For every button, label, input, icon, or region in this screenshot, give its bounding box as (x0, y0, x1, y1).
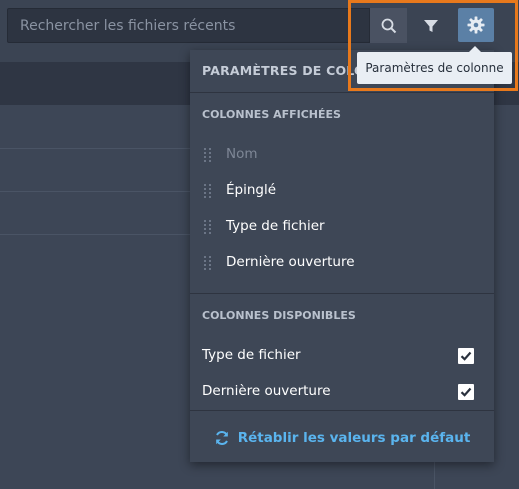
column-settings-panel: PARAMÈTRES DE COLONNE COLONNES AFFICHÉES… (190, 50, 494, 462)
row-divider (0, 234, 190, 235)
reset-defaults-link[interactable]: Rétablir les valeurs par défaut (190, 427, 494, 449)
filter-button[interactable] (414, 10, 448, 41)
reset-label: Rétablir les valeurs par défaut (237, 430, 471, 446)
column-label: Dernière ouverture (226, 254, 355, 270)
file-type-checkbox[interactable] (458, 348, 474, 364)
column-label: Type de fichier (202, 347, 301, 363)
available-column-file-type[interactable]: Type de fichier (202, 346, 474, 366)
drag-handle-icon[interactable] (204, 184, 212, 198)
divider (190, 410, 494, 411)
displayed-column-pinned[interactable]: Épinglé (204, 181, 484, 201)
search-button[interactable] (369, 8, 407, 43)
column-label: Type de fichier (226, 218, 325, 234)
available-column-last-opened[interactable]: Dernière ouverture (202, 382, 474, 402)
divider (190, 92, 494, 93)
search-placeholder: Rechercher les fichiers récents (20, 18, 236, 34)
displayed-column-file-type[interactable]: Type de fichier (204, 217, 484, 237)
displayed-columns-heading: COLONNES AFFICHÉES (202, 108, 341, 121)
divider (190, 293, 494, 294)
gear-icon (467, 16, 485, 34)
search-icon (381, 18, 396, 33)
drag-handle-icon[interactable] (204, 256, 212, 270)
filter-icon (424, 19, 438, 32)
column-settings-button[interactable] (458, 8, 494, 42)
refresh-icon (215, 431, 228, 445)
drag-handle-icon (204, 148, 212, 162)
top-toolbar: Rechercher les fichiers récents (0, 0, 519, 50)
drag-handle-icon[interactable] (204, 220, 212, 234)
checkmark-icon (460, 351, 472, 361)
row-divider (0, 148, 190, 149)
row-divider (0, 191, 190, 192)
tooltip: Paramètres de colonne (357, 46, 512, 84)
checkmark-icon (460, 387, 472, 397)
search-input[interactable]: Rechercher les fichiers récents (7, 8, 407, 43)
column-label: Nom (226, 146, 258, 162)
displayed-column-last-opened[interactable]: Dernière ouverture (204, 253, 484, 273)
tooltip-text: Paramètres de colonne (365, 61, 504, 75)
column-label: Dernière ouverture (202, 383, 331, 399)
displayed-column-name: Nom (204, 145, 484, 165)
last-opened-checkbox[interactable] (458, 384, 474, 400)
available-columns-heading: COLONNES DISPONIBLES (202, 309, 356, 322)
column-label: Épinglé (226, 182, 277, 198)
